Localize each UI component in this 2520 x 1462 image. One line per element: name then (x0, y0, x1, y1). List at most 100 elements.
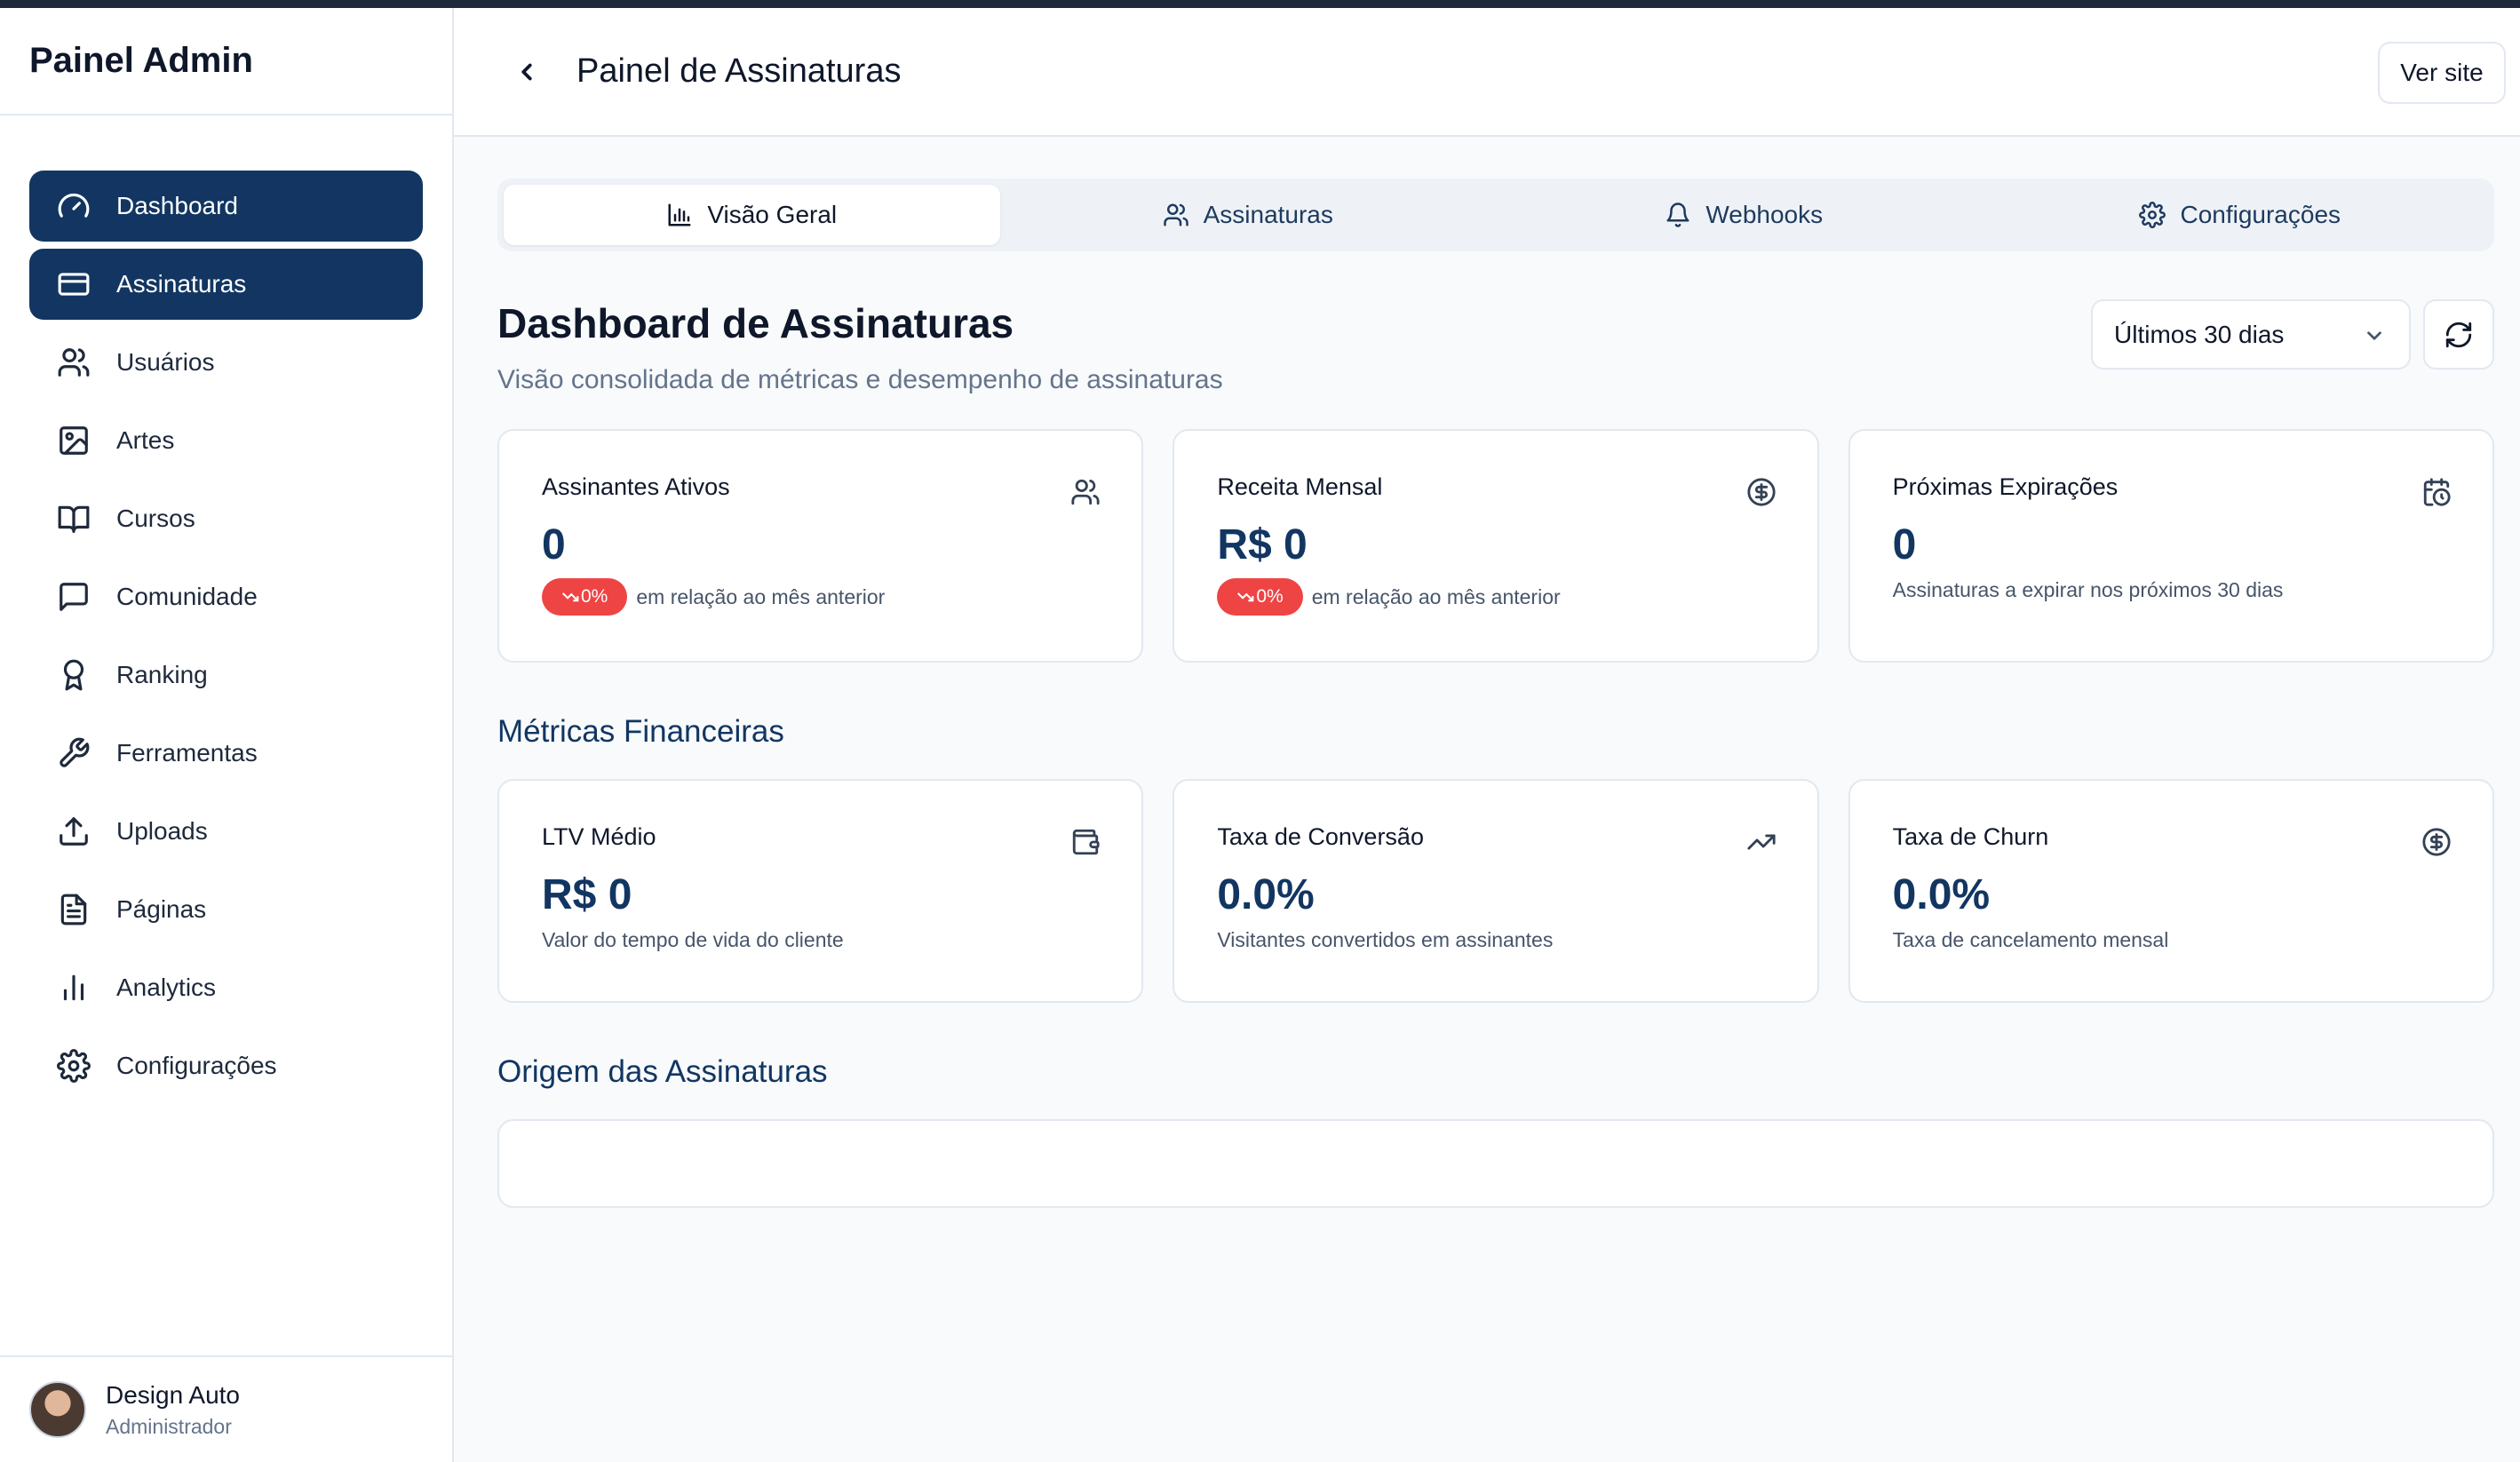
card-note-text: Taxa de cancelamento mensal (1892, 928, 2169, 951)
tab-assinaturas[interactable]: Assinaturas (1000, 185, 1497, 245)
kpi-card-receita: Receita Mensal R$ 0 0% em relação ao mês… (1173, 429, 1819, 663)
page-header: Painel de Assinaturas Ver site (454, 8, 2520, 137)
image-icon (56, 423, 91, 458)
trend-badge-value: 0% (1256, 586, 1284, 607)
sidebar-item-ferramentas[interactable]: Ferramentas (29, 718, 423, 789)
top-strip (0, 0, 2520, 8)
sidebar-brand: Painel Admin (0, 8, 452, 115)
trending-down-icon (1237, 592, 1254, 602)
card-note: 0% em relação ao mês anterior (1217, 578, 1816, 616)
financial-card-conversao: Taxa de Conversão 0.0% Visitantes conver… (1173, 779, 1819, 1003)
sidebar-item-ranking[interactable]: Ranking (29, 640, 423, 711)
wallet-icon (1070, 827, 1101, 857)
ver-site-button[interactable]: Ver site (2378, 42, 2506, 104)
sidebar: Painel Admin Dashboard Assinaturas Usuár… (0, 8, 454, 1462)
sidebar-item-analytics[interactable]: Analytics (29, 952, 423, 1023)
section-title-origem: Origem das Assinaturas (497, 1054, 828, 1089)
card-label: Receita Mensal (1217, 473, 1383, 500)
sidebar-nav: Dashboard Assinaturas Usuários Artes Cur… (0, 115, 452, 1101)
upload-icon (56, 814, 91, 849)
sidebar-item-dashboard[interactable]: Dashboard (29, 171, 423, 242)
period-select[interactable]: Últimos 30 dias (2091, 299, 2411, 369)
tab-label: Assinaturas (1203, 201, 1333, 228)
sidebar-item-uploads[interactable]: Uploads (29, 796, 423, 867)
tab-visao-geral[interactable]: Visão Geral (504, 185, 1000, 245)
card-label: Taxa de Churn (1892, 823, 2049, 850)
kpi-card-assinantes: Assinantes Ativos 0 0% em relação ao mês… (497, 429, 1144, 663)
card-value: 0 (542, 521, 566, 568)
gauge-icon (56, 188, 91, 224)
file-text-icon (56, 892, 91, 927)
calendar-clock-icon (2421, 477, 2452, 507)
sidebar-item-label: Páginas (116, 895, 207, 923)
sidebar-item-label: Assinaturas (116, 270, 247, 298)
sidebar-item-cursos[interactable]: Cursos (29, 483, 423, 554)
dollar-circle-icon (2421, 827, 2452, 857)
dashboard-header: Dashboard de Assinaturas Visão consolida… (497, 299, 2494, 397)
card-value: R$ 0 (1217, 521, 1308, 568)
financial-cards: LTV Médio R$ 0 Valor do tempo de vida do… (497, 779, 2494, 1003)
trending-up-icon (1746, 827, 1777, 857)
tab-label: Webhooks (1705, 201, 1824, 228)
card-note-text: em relação ao mês anterior (636, 584, 886, 608)
user-role: Administrador (106, 1414, 232, 1438)
sidebar-item-label: Dashboard (116, 192, 238, 219)
card-note: 0% em relação ao mês anterior (542, 578, 1141, 616)
message-square-icon (56, 579, 91, 615)
sidebar-item-label: Cursos (116, 505, 195, 532)
section-title-financeiras: Métricas Financeiras (497, 714, 784, 749)
users-icon (1163, 203, 1188, 226)
card-value: 0.0% (1892, 871, 1991, 918)
card-label: Taxa de Conversão (1217, 823, 1424, 850)
user-profile[interactable]: Design Auto Administrador (0, 1355, 452, 1462)
gear-icon (2139, 202, 2166, 228)
sidebar-item-label: Artes (116, 426, 175, 454)
card-note-text: em relação ao mês anterior (1311, 584, 1561, 608)
sidebar-item-label: Usuários (116, 348, 215, 376)
sidebar-item-comunidade[interactable]: Comunidade (29, 561, 423, 632)
dashboard-subtitle: Visão consolidada de métricas e desempen… (497, 365, 1223, 394)
back-button[interactable] (500, 45, 553, 99)
sidebar-item-usuarios[interactable]: Usuários (29, 327, 423, 398)
user-name: Design Auto (106, 1380, 240, 1409)
trend-badge: 0% (542, 578, 628, 616)
sidebar-item-artes[interactable]: Artes (29, 405, 423, 476)
trending-down-icon (561, 592, 579, 602)
tab-configuracoes[interactable]: Configurações (1992, 185, 2489, 245)
refresh-button[interactable] (2423, 299, 2494, 369)
users-icon (56, 345, 91, 380)
trend-badge: 0% (1217, 578, 1303, 616)
trend-badge-value: 0% (581, 586, 608, 607)
sidebar-item-assinaturas[interactable]: Assinaturas (29, 249, 423, 320)
financial-card-churn: Taxa de Churn 0.0% Taxa de cancelamento … (1848, 779, 2494, 1003)
sidebar-item-label: Comunidade (116, 583, 258, 610)
gear-icon (56, 1048, 91, 1084)
tab-label: Configurações (2180, 201, 2341, 228)
card-value: 0.0% (1217, 871, 1315, 918)
sidebar-item-label: Ranking (116, 661, 208, 688)
page-title: Painel de Assinaturas (576, 52, 902, 90)
kpi-cards: Assinantes Ativos 0 0% em relação ao mês… (497, 429, 2494, 663)
card-note-text: Valor do tempo de vida do cliente (542, 928, 844, 951)
sidebar-item-label: Uploads (116, 817, 208, 845)
bell-icon (1666, 203, 1689, 227)
card-note-text: Assinaturas a expirar nos próximos 30 di… (1892, 578, 2284, 601)
card-label: Assinantes Ativos (542, 473, 730, 500)
credit-card-icon (56, 266, 91, 302)
bar-chart-icon (668, 203, 691, 226)
sidebar-item-label: Configurações (116, 1052, 277, 1079)
tab-webhooks[interactable]: Webhooks (1496, 185, 1992, 245)
dollar-circle-icon (1746, 477, 1777, 507)
award-icon (56, 657, 91, 693)
chevron-down-icon (2363, 324, 2386, 347)
financial-card-ltv: LTV Médio R$ 0 Valor do tempo de vida do… (497, 779, 1144, 1003)
users-icon (1070, 477, 1101, 507)
sidebar-item-paginas[interactable]: Páginas (29, 874, 423, 945)
sidebar-item-label: Ferramentas (116, 739, 258, 767)
period-select-value: Últimos 30 dias (2114, 320, 2285, 348)
bar-chart-icon (56, 970, 91, 1005)
sidebar-item-configuracoes[interactable]: Configurações (29, 1030, 423, 1101)
card-value: R$ 0 (542, 871, 632, 918)
wrench-icon (56, 735, 91, 771)
main-content: Visão Geral Assinaturas Webhooks Configu… (497, 137, 2494, 1208)
